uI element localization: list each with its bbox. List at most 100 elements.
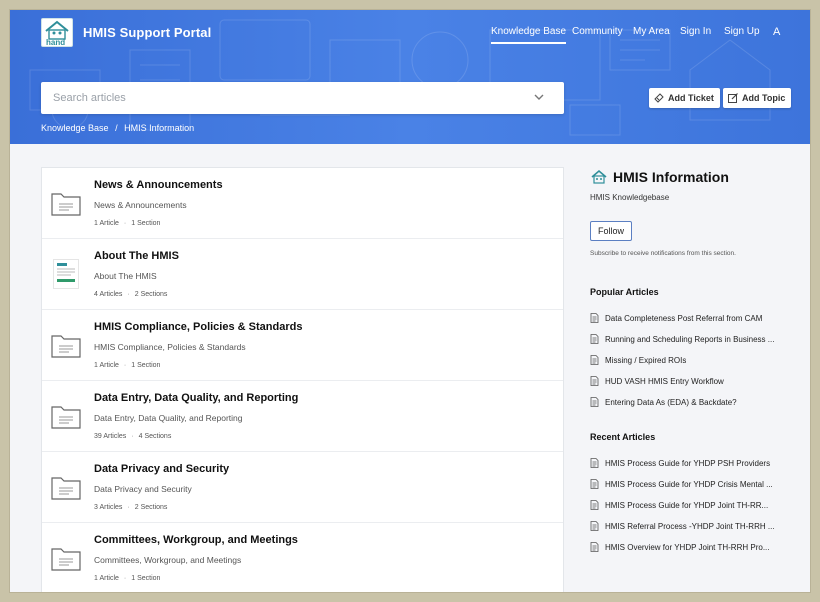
folder-icon <box>51 193 81 216</box>
document-icon <box>590 500 599 510</box>
document-icon <box>590 542 599 552</box>
category-item[interactable]: Committees, Workgroup, and Meetings Comm… <box>42 523 563 592</box>
folder-icon <box>51 406 81 429</box>
section-count: 4 Sections <box>138 433 172 440</box>
nav-sign-in[interactable]: Sign In <box>680 26 711 37</box>
edit-icon <box>728 93 738 103</box>
sidebar-subtitle: HMIS Knowledgebase <box>590 193 670 202</box>
nav-sign-up[interactable]: Sign Up <box>724 26 760 37</box>
add-topic-label: Add Topic <box>742 93 786 103</box>
add-topic-button[interactable]: Add Topic <box>723 88 792 108</box>
article-title[interactable]: HMIS Process Guide for YHDP PSH Provider… <box>605 459 770 468</box>
breadcrumb: Knowledge Base / HMIS Information <box>41 123 198 133</box>
document-icon <box>590 479 599 489</box>
article-title[interactable]: Running and Scheduling Reports in Busine… <box>605 335 774 344</box>
recent-articles-heading: Recent Articles <box>590 432 656 442</box>
document-icon <box>590 313 599 323</box>
article-title[interactable]: HMIS Process Guide for YHDP Joint TH-RR.… <box>605 501 768 510</box>
section-count: 2 Sections <box>134 504 168 511</box>
follow-button[interactable]: Follow <box>590 221 632 241</box>
article-count: 3 Articles <box>94 504 123 511</box>
popular-article-link[interactable]: HUD VASH HMIS Entry Workflow <box>590 376 800 386</box>
category-title[interactable]: News & Announcements <box>94 179 223 191</box>
category-meta: 39 Articles · 4 Sections <box>94 433 172 440</box>
article-count: 39 Articles <box>94 433 127 440</box>
document-icon <box>590 521 599 531</box>
sidebar-title: HMIS Information <box>613 169 729 185</box>
recent-article-link[interactable]: HMIS Process Guide for YHDP Joint TH-RR.… <box>590 500 800 510</box>
folder-icon <box>51 335 81 358</box>
article-title[interactable]: HUD VASH HMIS Entry Workflow <box>605 377 724 386</box>
folder-icon <box>51 548 81 571</box>
breadcrumb-current[interactable]: HMIS Information <box>124 123 194 133</box>
popular-article-link[interactable]: Running and Scheduling Reports in Busine… <box>590 334 800 344</box>
section-count: 1 Section <box>131 220 161 227</box>
breadcrumb-root[interactable]: Knowledge Base <box>41 123 109 133</box>
category-description: News & Announcements <box>94 200 187 210</box>
category-item[interactable]: About The HMIS About The HMIS 4 Articles… <box>42 239 563 310</box>
article-title[interactable]: Entering Data As (EDA) & Backdate? <box>605 398 737 407</box>
sidebar-header: HMIS Information <box>590 169 729 185</box>
recent-article-link[interactable]: HMIS Referral Process -YHDP Joint TH-RRH… <box>590 521 800 531</box>
category-description: About The HMIS <box>94 271 157 281</box>
category-description: Data Entry, Data Quality, and Reporting <box>94 413 243 423</box>
document-icon <box>590 376 599 386</box>
font-size-icon[interactable]: A <box>773 26 780 38</box>
document-icon <box>590 334 599 344</box>
category-meta: 1 Article · 1 Section <box>94 362 161 369</box>
article-count: 1 Article <box>94 575 119 582</box>
category-title[interactable]: HMIS Compliance, Policies & Standards <box>94 321 302 333</box>
category-description: HMIS Compliance, Policies & Standards <box>94 342 246 352</box>
popular-article-link[interactable]: Entering Data As (EDA) & Backdate? <box>590 397 800 407</box>
popular-articles-heading: Popular Articles <box>590 287 659 297</box>
category-list: News & Announcements News & Announcement… <box>41 167 564 592</box>
category-item[interactable]: HMIS Compliance, Policies & Standards HM… <box>42 310 563 381</box>
recent-article-link[interactable]: HMIS Process Guide for YHDP Crisis Menta… <box>590 479 800 489</box>
recent-article-link[interactable]: HMIS Process Guide for YHDP PSH Provider… <box>590 458 800 468</box>
category-title[interactable]: Committees, Workgroup, and Meetings <box>94 534 298 546</box>
document-icon <box>590 355 599 365</box>
hero-banner: hand HMIS Support Portal Knowledge Base … <box>10 10 810 144</box>
category-title[interactable]: Data Privacy and Security <box>94 463 229 475</box>
section-count: 1 Section <box>131 362 161 369</box>
subscribe-note: Subscribe to receive notifications from … <box>590 250 736 257</box>
document-icon <box>590 397 599 407</box>
category-item[interactable]: Data Entry, Data Quality, and Reporting … <box>42 381 563 452</box>
add-ticket-button[interactable]: Add Ticket <box>649 88 720 108</box>
popular-article-link[interactable]: Missing / Expired ROIs <box>590 355 800 365</box>
search-input[interactable] <box>53 89 513 107</box>
top-nav: Knowledge Base Community My Area Sign In… <box>10 26 810 46</box>
nav-knowledge-base[interactable]: Knowledge Base <box>491 26 567 44</box>
article-title[interactable]: Data Completeness Post Referral from CAM <box>605 314 762 323</box>
chevron-down-icon[interactable] <box>533 92 545 102</box>
article-title[interactable]: HMIS Referral Process -YHDP Joint TH-RRH… <box>605 522 775 531</box>
article-title[interactable]: Missing / Expired ROIs <box>605 356 686 365</box>
article-title[interactable]: HMIS Overview for YHDP Joint TH-RRH Pro.… <box>605 543 769 552</box>
popular-article-link[interactable]: Data Completeness Post Referral from CAM <box>590 313 800 323</box>
nav-my-area[interactable]: My Area <box>633 26 670 37</box>
category-item[interactable]: News & Announcements News & Announcement… <box>42 168 563 239</box>
section-count: 2 Sections <box>134 291 168 298</box>
article-count: 1 Article <box>94 362 119 369</box>
article-title[interactable]: HMIS Process Guide for YHDP Crisis Menta… <box>605 480 773 489</box>
category-thumbnail-icon <box>53 259 79 289</box>
breadcrumb-separator: / <box>115 123 118 133</box>
category-title[interactable]: Data Entry, Data Quality, and Reporting <box>94 392 298 404</box>
category-title[interactable]: About The HMIS <box>94 250 179 262</box>
category-description: Committees, Workgroup, and Meetings <box>94 555 242 565</box>
browser-frame: hand HMIS Support Portal Knowledge Base … <box>10 10 810 592</box>
category-item[interactable]: Data Privacy and Security Data Privacy a… <box>42 452 563 523</box>
folder-icon <box>51 477 81 500</box>
house-logo-icon <box>591 169 607 184</box>
article-count: 4 Articles <box>94 291 123 298</box>
category-meta: 1 Article · 1 Section <box>94 575 161 582</box>
article-count: 1 Article <box>94 220 119 227</box>
recent-article-link[interactable]: HMIS Overview for YHDP Joint TH-RRH Pro.… <box>590 542 800 552</box>
document-icon <box>590 458 599 468</box>
ticket-icon <box>654 93 664 103</box>
nav-community[interactable]: Community <box>572 26 623 37</box>
category-meta: 1 Article · 1 Section <box>94 220 161 227</box>
section-count: 1 Section <box>131 575 161 582</box>
category-description: Data Privacy and Security <box>94 484 192 494</box>
category-meta: 4 Articles · 2 Sections <box>94 291 168 298</box>
